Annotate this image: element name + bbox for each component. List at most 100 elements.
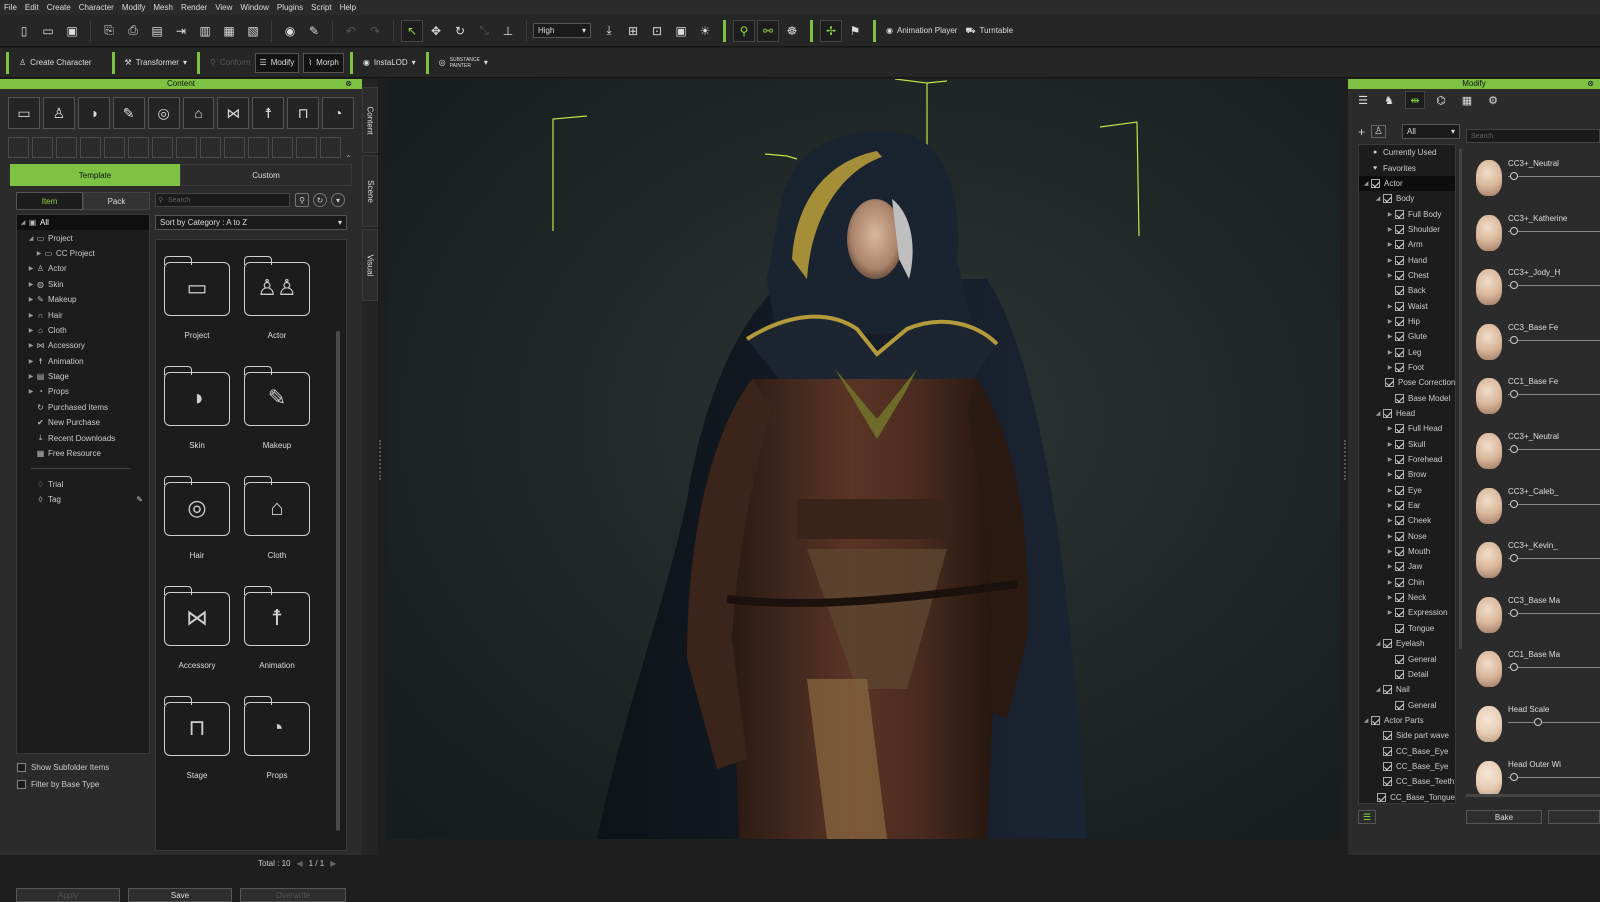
morph-slider-knob[interactable] xyxy=(1510,226,1518,235)
turntable-button[interactable]: ⛟ Turntable xyxy=(961,21,1017,41)
morph-tree-item[interactable]: General xyxy=(1359,651,1455,666)
sort-dropdown[interactable]: Sort by Category : A to Z ▾ xyxy=(155,215,347,230)
morph-tree-item[interactable]: General xyxy=(1359,697,1455,712)
checkbox[interactable] xyxy=(1383,409,1392,419)
tab-item[interactable]: Item xyxy=(16,192,83,210)
align-down-icon[interactable]: ⤓ xyxy=(598,20,620,42)
content-item-thumbnail[interactable]: ▭ xyxy=(164,256,230,316)
splitter-handle[interactable] xyxy=(1344,440,1346,480)
checkbox[interactable] xyxy=(1383,746,1392,756)
expand-arrow-icon[interactable]: ▶ xyxy=(1385,471,1395,478)
morph-slider-track[interactable] xyxy=(1508,612,1600,614)
expand-arrow-icon[interactable]: ▶ xyxy=(1385,563,1395,570)
sub-category-slot[interactable] xyxy=(200,137,221,158)
sub-category-slot[interactable] xyxy=(224,137,245,158)
morph-tree-item[interactable]: ◢ Actor xyxy=(1359,175,1455,192)
expand-arrow-icon[interactable]: ◢ xyxy=(1361,180,1371,187)
sub-category-slot[interactable] xyxy=(272,137,293,158)
camera-icon[interactable]: ◉ xyxy=(279,20,301,42)
gizmo-icon[interactable]: ✢ xyxy=(820,19,842,42)
expand-arrow-icon[interactable]: ▶ xyxy=(1385,487,1395,494)
menu-render[interactable]: Render xyxy=(181,3,207,12)
content-item-thumbnail[interactable]: ◑ xyxy=(164,366,230,426)
expand-arrow-icon[interactable]: ▶ xyxy=(27,312,35,319)
tree-item[interactable]: ↻ Purchased Items xyxy=(17,400,149,415)
checkbox[interactable] xyxy=(1383,731,1392,741)
morph-slider-track[interactable] xyxy=(1508,176,1600,177)
expand-arrow-icon[interactable]: ◢ xyxy=(1373,410,1383,417)
morph-tree-item[interactable]: CC_Base_Tongue xyxy=(1359,789,1455,803)
content-item-thumbnail[interactable]: ⌂ xyxy=(244,476,310,536)
morph-tree-item[interactable]: ◢ Nail xyxy=(1359,682,1455,697)
morph-slider-track[interactable] xyxy=(1508,230,1600,232)
animation-player-button[interactable]: ◉ Animation Player xyxy=(882,21,961,41)
checkbox[interactable] xyxy=(1395,623,1404,633)
checkbox[interactable] xyxy=(1395,301,1404,311)
bake-button[interactable]: Bake xyxy=(1466,810,1542,824)
morph-slider-knob[interactable] xyxy=(1510,608,1518,617)
morph-tree-item[interactable]: ▶ Nose xyxy=(1359,529,1455,544)
morph-search-input[interactable]: Search xyxy=(1466,129,1600,143)
morph-tree-item[interactable]: ▶ Hip xyxy=(1359,314,1455,329)
apply-button[interactable]: Apply xyxy=(16,888,120,902)
menu-script[interactable]: Script xyxy=(311,3,331,12)
morph-tree-item[interactable]: ▶ Full Head xyxy=(1359,421,1455,436)
checkbox-box[interactable] xyxy=(17,763,26,772)
tab-template[interactable]: Template xyxy=(10,164,180,186)
checkbox[interactable] xyxy=(1395,654,1404,664)
morph-tree-item[interactable]: ▶ Hand xyxy=(1359,252,1455,267)
expand-arrow-icon[interactable]: ◢ xyxy=(1373,195,1383,202)
content-item-thumbnail[interactable]: ♙♙ xyxy=(244,256,310,316)
project-category-icon[interactable]: ▭ xyxy=(8,97,40,129)
morph-tree-item[interactable]: ▶ Shoulder xyxy=(1359,222,1455,237)
content-item-thumbnail[interactable]: ✎ xyxy=(244,366,310,426)
skin-category-icon[interactable]: ◑ xyxy=(77,97,110,129)
expand-arrow-icon[interactable]: ▶ xyxy=(1385,579,1395,586)
tree-item[interactable]: ▶ ✎ Makeup xyxy=(17,292,149,307)
usd-icon[interactable]: ▤ xyxy=(146,20,168,42)
checkbox[interactable] xyxy=(1395,439,1404,449)
morph-slider-track[interactable] xyxy=(1508,722,1600,723)
obj-icon[interactable]: ▧ xyxy=(242,20,264,42)
checkbox[interactable] xyxy=(1371,715,1380,725)
checkbox[interactable] xyxy=(1395,286,1404,296)
morph-slider-knob[interactable] xyxy=(1510,335,1518,344)
overwrite-button[interactable]: Overwrite xyxy=(240,888,346,902)
modify-button[interactable]: ☰ Modify xyxy=(254,52,300,73)
checkbox[interactable] xyxy=(1395,209,1404,219)
expand-arrow-icon[interactable]: ▶ xyxy=(1385,456,1395,463)
checkbox[interactable] xyxy=(1383,685,1392,695)
expand-arrow-icon[interactable]: ▶ xyxy=(1385,226,1395,233)
morph-slider-track[interactable] xyxy=(1508,285,1600,287)
expand-arrow-icon[interactable]: ▶ xyxy=(1385,303,1395,310)
tree-item[interactable]: ▶ ♙ Actor xyxy=(17,261,149,276)
morph-tree-item[interactable]: Tongue xyxy=(1359,621,1455,636)
expand-arrow-icon[interactable]: ▶ xyxy=(27,327,35,334)
material-icon[interactable]: ⌬ xyxy=(1431,91,1451,109)
thumbnail-scrollbar[interactable] xyxy=(336,331,340,831)
expand-arrow-icon[interactable]: ▶ xyxy=(1385,364,1395,371)
tree-item[interactable]: ▶ ⋈ Accessory xyxy=(17,338,149,353)
light-icon[interactable]: ☀ xyxy=(694,20,716,42)
brush-icon[interactable]: ✎ xyxy=(303,20,325,42)
menu-edit[interactable]: Edit xyxy=(25,3,39,12)
checkbox[interactable] xyxy=(1395,608,1404,618)
checkbox[interactable] xyxy=(1395,531,1404,541)
tab-visual-side[interactable]: Visual xyxy=(362,229,378,301)
tree-item[interactable]: ▶ ☨ Animation xyxy=(17,354,149,369)
fit-icon[interactable]: ⊡ xyxy=(646,20,668,42)
menu-mesh[interactable]: Mesh xyxy=(153,3,173,12)
conform-button[interactable]: ⚲ Conform xyxy=(206,53,255,73)
obj-export-icon[interactable]: ▥ xyxy=(194,20,216,42)
expand-arrow-icon[interactable]: ▶ xyxy=(35,250,43,257)
menu-character[interactable]: Character xyxy=(79,3,114,12)
content-item-thumbnail[interactable]: ◔ xyxy=(244,696,310,756)
props-category-icon[interactable]: ◔ xyxy=(322,97,355,129)
morph-slider-knob[interactable] xyxy=(1510,445,1518,453)
sub-category-slot[interactable] xyxy=(176,137,197,158)
frame-icon[interactable]: ⊞ xyxy=(622,20,644,42)
morph-slider-track[interactable] xyxy=(1508,558,1600,560)
close-icon[interactable]: ⊗ xyxy=(345,79,352,89)
morph-tree-item[interactable]: ▶ Waist xyxy=(1359,298,1455,313)
morph-tree-item[interactable]: Side part wave xyxy=(1359,728,1455,743)
